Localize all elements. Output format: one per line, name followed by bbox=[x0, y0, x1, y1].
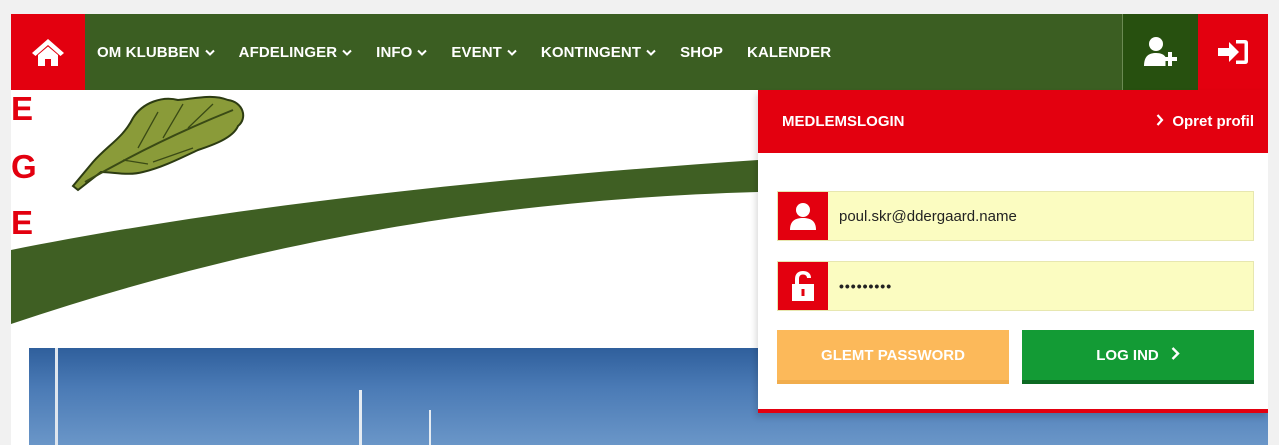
nav-item-label: EVENT bbox=[451, 43, 502, 61]
chevron-down-icon bbox=[342, 44, 352, 61]
sign-in-icon bbox=[1218, 40, 1248, 64]
chevron-right-icon bbox=[1171, 346, 1180, 364]
home-button[interactable] bbox=[11, 14, 85, 90]
nav-item-label: INFO bbox=[376, 43, 413, 61]
chevron-down-icon bbox=[417, 44, 428, 61]
log-in-button[interactable]: LOG IND bbox=[1022, 330, 1254, 384]
login-button[interactable] bbox=[1198, 14, 1268, 90]
nav-item-info[interactable]: INFO bbox=[376, 43, 428, 61]
chevron-down-icon bbox=[507, 44, 517, 61]
member-login-panel: MEDLEMSLOGIN Opret profil poul.skr@dderg… bbox=[758, 90, 1268, 413]
forgot-password-button[interactable]: GLEMT PASSWORD bbox=[777, 330, 1009, 384]
green-swoosh bbox=[11, 160, 758, 324]
chevron-down-icon bbox=[204, 44, 215, 61]
main-navbar: OM KLUBBEN AFDELINGER INFO EVENT KONTING… bbox=[11, 14, 1268, 90]
password-input[interactable] bbox=[828, 262, 1248, 310]
nav-item-afdelinger[interactable]: AFDELINGER bbox=[239, 44, 353, 61]
email-field bbox=[777, 191, 1254, 241]
forgot-password-label: GLEMT PASSWORD bbox=[821, 346, 965, 364]
login-header: MEDLEMSLOGIN Opret profil bbox=[758, 90, 1268, 153]
add-user-button[interactable] bbox=[1122, 14, 1198, 90]
nav-item-om-klubben[interactable]: OM KLUBBEN bbox=[97, 44, 215, 61]
home-icon bbox=[32, 39, 64, 66]
nav-item-label: KALENDER bbox=[747, 43, 832, 61]
login-title: MEDLEMSLOGIN bbox=[782, 113, 905, 130]
nav-item-label: OM KLUBBEN bbox=[97, 43, 200, 61]
chevron-right-icon bbox=[1156, 90, 1164, 153]
log-in-label: LOG IND bbox=[1096, 346, 1159, 364]
email-input[interactable] bbox=[828, 192, 1248, 240]
nav-item-kontingent[interactable]: KONTINGENT bbox=[541, 44, 656, 61]
chevron-down-icon bbox=[646, 44, 656, 61]
nav-item-label: SHOP bbox=[680, 43, 724, 61]
nav-item-shop[interactable]: SHOP bbox=[680, 44, 723, 61]
user-icon bbox=[778, 192, 828, 240]
nav-menu: OM KLUBBEN AFDELINGER INFO EVENT KONTING… bbox=[97, 14, 855, 90]
nav-item-label: AFDELINGER bbox=[238, 43, 338, 61]
nav-item-kalender[interactable]: KALENDER bbox=[747, 44, 831, 61]
password-field bbox=[777, 261, 1254, 311]
header-banner: E G E bbox=[11, 90, 758, 335]
page: OM KLUBBEN AFDELINGER INFO EVENT KONTING… bbox=[11, 14, 1268, 445]
nav-item-event[interactable]: EVENT bbox=[451, 44, 517, 61]
create-profile-link[interactable]: Opret profil bbox=[1156, 90, 1254, 153]
user-plus-icon bbox=[1143, 37, 1177, 66]
create-profile-label: Opret profil bbox=[1172, 113, 1254, 130]
nav-item-label: KONTINGENT bbox=[540, 43, 642, 61]
unlock-icon bbox=[778, 262, 828, 310]
